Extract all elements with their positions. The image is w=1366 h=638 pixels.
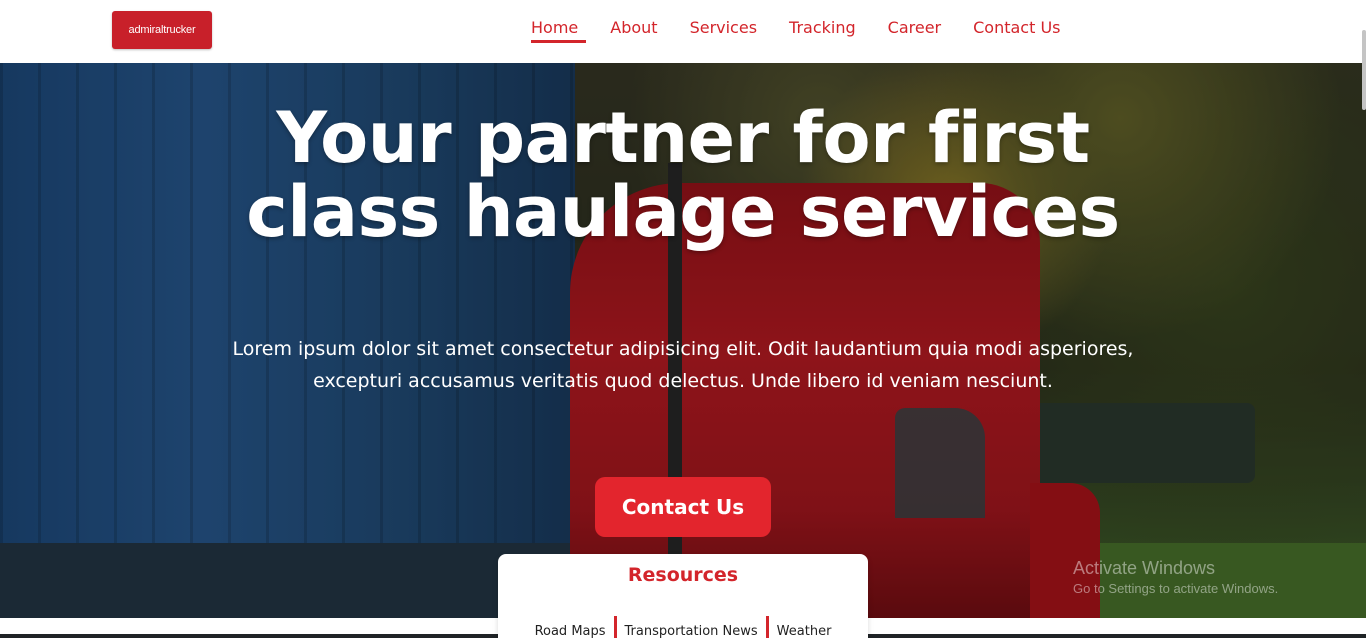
resource-weather[interactable]: Weather (765, 616, 840, 638)
resources-links: Road Maps Transportation News Weather (498, 616, 868, 638)
nav-career[interactable]: Career (888, 18, 941, 43)
contact-us-button[interactable]: Contact Us (595, 477, 771, 537)
main-nav: Home About Services Tracking Career Cont… (531, 18, 1093, 43)
nav-contact-us[interactable]: Contact Us (973, 18, 1060, 43)
brand-logo[interactable]: admiraltrucker (112, 11, 212, 49)
nav-services[interactable]: Services (690, 18, 757, 43)
hero-title: Your partner for first class haulage ser… (246, 97, 1120, 253)
hero-description: Lorem ipsum dolor sit amet consectetur a… (232, 338, 1134, 392)
hero-section: Your partner for first class haulage ser… (0, 63, 1366, 618)
nav-tracking[interactable]: Tracking (789, 18, 856, 43)
windows-activation-watermark: Activate Windows Go to Settings to activ… (1073, 558, 1279, 596)
site-header: admiraltrucker Home About Services Track… (0, 0, 1366, 63)
resources-title: Resources (627, 564, 739, 586)
nav-about[interactable]: About (610, 18, 657, 43)
logo-text: admiraltrucker (128, 24, 196, 36)
page-scrollbar[interactable] (1362, 30, 1366, 110)
resources-card: Resources Road Maps Transportation News … (498, 554, 868, 638)
nav-home[interactable]: Home (531, 18, 587, 43)
resource-transportation-news[interactable]: Transportation News (613, 616, 766, 638)
resource-road-maps[interactable]: Road Maps (527, 616, 614, 638)
